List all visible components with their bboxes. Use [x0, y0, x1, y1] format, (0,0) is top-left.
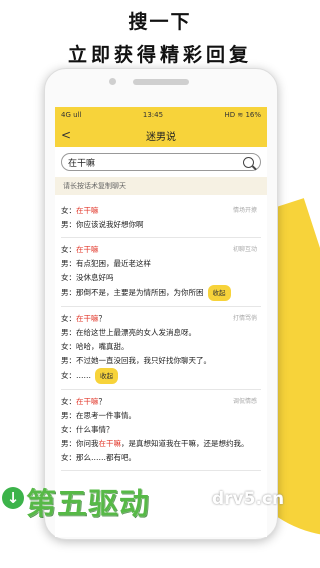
dialog-line: 女：在干嘛？ [61, 397, 106, 406]
dialog-line: 男：在思考一件事情。 [61, 411, 136, 420]
search-value: 在干嘛 [68, 158, 96, 169]
dialog-line: 男：你应该说我好想你啊 [61, 220, 144, 229]
card-category-tag: 调侃情感 [232, 398, 257, 405]
card-category-tag: 打情骂俏 [232, 315, 257, 322]
headline-line2: 立即获得精彩回复 [67, 44, 252, 66]
headline-line1: 搜一下 [128, 11, 192, 33]
reply-card[interactable]: 情场开撩 女：在干嘛男：你应该说我好想你啊 [61, 199, 261, 238]
back-arrow-icon[interactable]: < [57, 128, 75, 142]
dialog-line: 女：那么……都有吧。 [61, 453, 136, 462]
search-input[interactable]: 在干嘛 [61, 153, 261, 171]
watermark: ↓ 第五驱动 drv5.cn [0, 473, 320, 533]
search-area: 在干嘛 [55, 147, 267, 177]
dialog-line: 女：在干嘛？ [61, 314, 106, 323]
phone-camera [109, 78, 116, 85]
download-arrow-icon: ↓ [2, 487, 24, 509]
dialog-line: 男：那倒不是，主要是为情所困，为你所困 收起 [61, 285, 261, 301]
dialog-line: 女：什么事情？ [61, 425, 114, 434]
dialog-line: 女：…… 收起 [61, 368, 261, 384]
dialog-line: 女：没休息好吗 [61, 273, 114, 282]
status-bar: 4G ull 13:45 HD ≋ 16% [55, 107, 267, 123]
dialog-line: 男：有点犯困，最近老这样 [61, 259, 151, 268]
app-title: 迷男说 [146, 131, 176, 143]
keyword-highlight: 在干嘛 [76, 397, 99, 406]
card-category-tag: 初聊互动 [232, 246, 257, 253]
collapse-button[interactable]: 收起 [95, 368, 118, 384]
phone-speaker [133, 79, 189, 85]
status-signal: 4G ull [61, 111, 82, 119]
dialog-line: 男：在给这世上最漂亮的女人发消息呀。 [61, 328, 196, 337]
reply-list: 情场开撩 女：在干嘛 男：你应该说我好想你啊 初聊互动 女：在干嘛 男：有点犯困，最近老这… [55, 195, 267, 475]
collapse-button[interactable]: 收起 [207, 285, 231, 301]
headline: 搜一下 立即获得精彩回复 [0, 0, 320, 67]
reply-card[interactable]: 调侃情感 女：在干嘛？ 男：在思考一件事情。 女：什么事情？ 男：你问我在干嘛，是真想知… [61, 390, 261, 471]
card-category-tag: 情场开撩 [232, 207, 257, 214]
status-battery: HD ≋ 16% [224, 111, 261, 119]
watermark-en: drv5.cn [212, 489, 285, 509]
watermark-cn: 第五驱动 [26, 487, 150, 522]
dialog-line: 男：你问我在干嘛，是真想知道我在干嘛，还是想约我。 [61, 439, 249, 448]
keyword-highlight: 在干嘛 [98, 439, 122, 448]
phone-mockup: 4G ull 13:45 HD ≋ 16% < 迷男说 在干嘛 请长按话术复制聊… [44, 68, 278, 540]
status-time: 13:45 [142, 111, 164, 119]
keyword-highlight: 在干嘛 [76, 245, 99, 254]
app-bar: < 迷男说 [55, 123, 267, 147]
dialog-line: 女：在干嘛 [61, 245, 99, 254]
keyword-highlight: 在干嘛 [76, 206, 99, 215]
dialog-line: 男：不过她一直没回我，我只好找你聊天了。 [61, 356, 211, 365]
reply-card[interactable]: 初聊互动 女：在干嘛男：有点犯困，最近老这样 女：没休息好吗男：那倒不是，主要是为情… [61, 238, 261, 307]
dialog-line: 女：在干嘛 [61, 206, 99, 215]
dialog-line: 女：哈哈，嘴真甜。 [61, 342, 129, 351]
keyword-highlight: 在干嘛 [76, 314, 99, 323]
search-icon[interactable] [243, 156, 254, 168]
hint-text: 请长按话术复制聊天 [55, 177, 267, 195]
reply-card[interactable]: 打情骂俏 女：在干嘛？ 男：在给这世上最漂亮的女人发消息呀。 女：哈哈，嘴真甜。男：不… [61, 307, 261, 390]
